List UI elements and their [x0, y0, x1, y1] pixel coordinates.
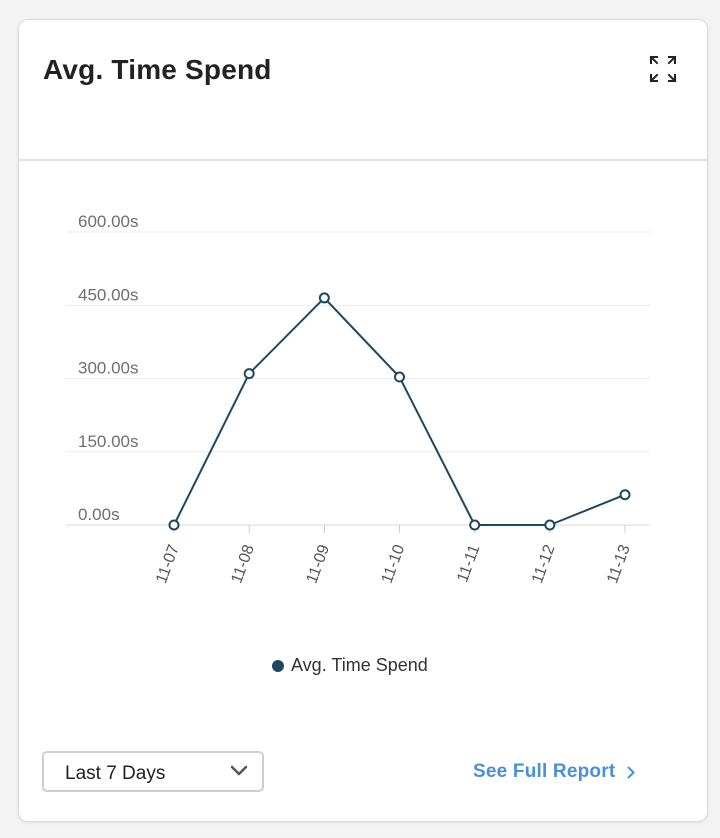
- data-point: [318, 292, 330, 304]
- data-point: [243, 368, 255, 380]
- chevron-down-icon: [230, 765, 248, 776]
- y-tick-label: 150.00s: [78, 432, 139, 451]
- legend-label: Avg. Time Spend: [291, 655, 428, 675]
- series-line: [173, 296, 626, 526]
- date-range-select[interactable]: Last 7 Days: [42, 751, 264, 792]
- data-point: [394, 371, 405, 383]
- data-point: [168, 519, 180, 531]
- y-tick-label: 0.00s: [78, 505, 120, 524]
- y-tick-label: 600.00s: [78, 212, 139, 231]
- data-point: [619, 489, 631, 501]
- see-full-report-link[interactable]: See Full Report: [473, 761, 635, 783]
- line-chart: 0.00s 150.00s 300.00s 450.00s 600.00s 11-07 11…: [66, 212, 650, 586]
- x-tick-label: 11-07: [153, 542, 183, 585]
- y-tick-label: 300.00s: [78, 359, 139, 378]
- x-tick-label: 11-10: [379, 542, 409, 585]
- x-tick-label: 11-08: [228, 542, 258, 585]
- data-point: [469, 519, 481, 531]
- legend-swatch: [272, 659, 284, 672]
- x-tick-label: 11-11: [454, 542, 483, 584]
- x-tick-label: 11-13: [604, 542, 634, 585]
- chart-legend[interactable]: Avg. Time Spend: [272, 655, 428, 676]
- chart-area: 0.00s 150.00s 300.00s 450.00s 600.00s 11-07 11…: [0, 0, 720, 720]
- chevron-right-icon: [627, 766, 635, 778]
- report-link-label: See Full Report: [473, 761, 616, 782]
- data-point: [544, 519, 556, 531]
- y-tick-label: 450.00s: [78, 285, 139, 304]
- x-tick-label: 11-12: [529, 542, 559, 585]
- date-range-value: Last 7 Days: [65, 763, 166, 784]
- x-tick-label: 11-09: [304, 542, 334, 585]
